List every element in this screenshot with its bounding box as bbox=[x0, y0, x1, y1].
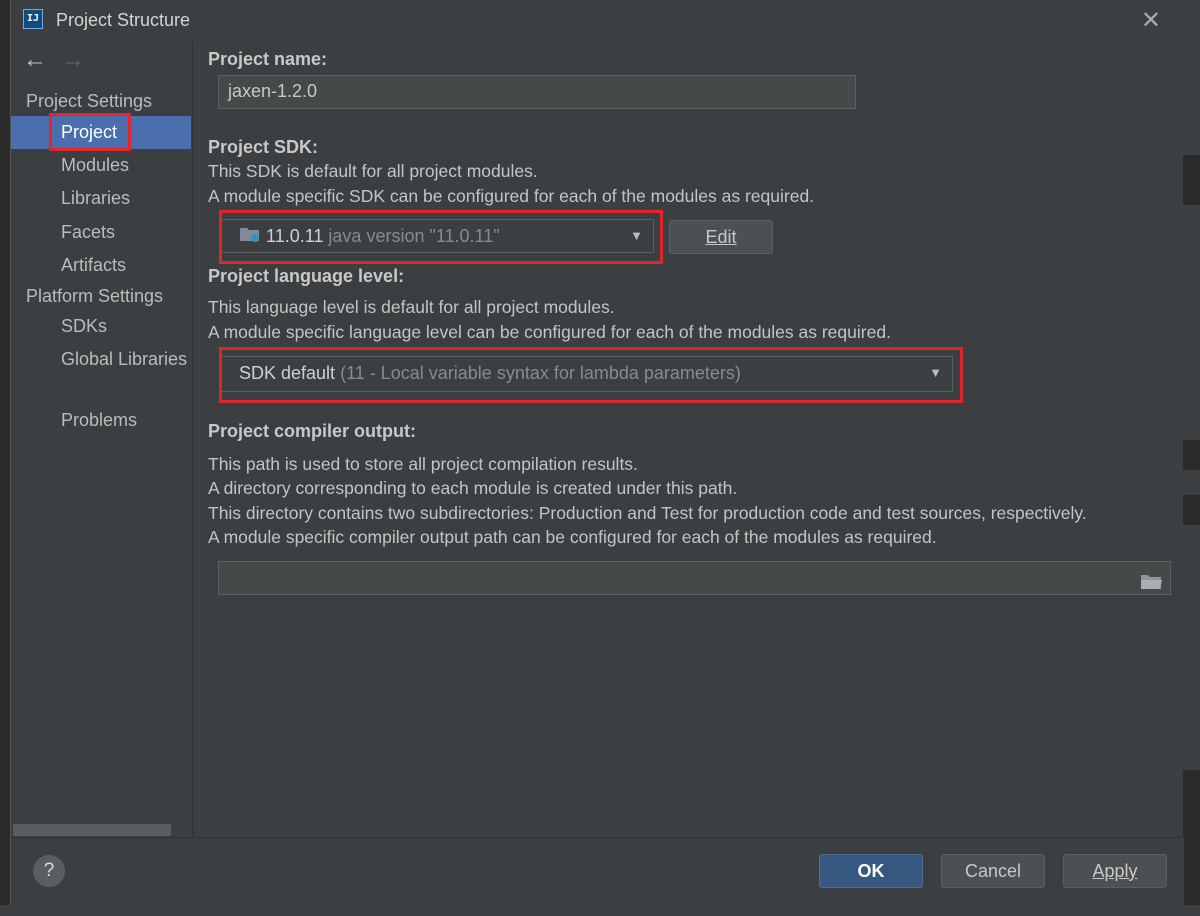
chevron-down-icon: ▼ bbox=[929, 365, 942, 380]
background-window-edge bbox=[1183, 0, 1200, 916]
sidebar-item-label: Global Libraries bbox=[61, 349, 188, 369]
sidebar-item-label: Problems bbox=[61, 410, 138, 430]
sidebar-item-label: Project bbox=[61, 122, 118, 142]
language-level-value: SDK default bbox=[239, 363, 336, 383]
sdk-version-detail: java version "11.0.11" bbox=[328, 226, 500, 246]
sdk-version: 11.0.11 bbox=[266, 226, 324, 246]
title-bar: IJ Project Structure ✕ bbox=[11, 0, 1183, 42]
chevron-down-icon: ▼ bbox=[630, 228, 643, 243]
language-level-description-1: This language level is default for all p… bbox=[208, 297, 615, 317]
sidebar-section-platform-settings: Platform Settings bbox=[26, 286, 164, 306]
project-sdk-dropdown[interactable]: 11.0.11 java version "11.0.11" ▼ bbox=[219, 219, 654, 253]
cancel-button[interactable]: Cancel bbox=[941, 854, 1045, 888]
sidebar: ← → Project Settings Project Modules Lib… bbox=[11, 42, 193, 837]
sidebar-scrollbar[interactable] bbox=[13, 824, 171, 836]
compiler-output-description-4: A module specific compiler output path c… bbox=[208, 527, 937, 547]
compiler-output-heading: Project compiler output: bbox=[208, 421, 417, 441]
sidebar-item-problems[interactable]: Problems bbox=[11, 404, 191, 437]
sidebar-item-label: Artifacts bbox=[61, 255, 127, 275]
project-sdk-description-1: This SDK is default for all project modu… bbox=[208, 161, 538, 181]
compiler-output-description-1: This path is used to store all project c… bbox=[208, 454, 638, 474]
forward-arrow-icon[interactable]: → bbox=[61, 46, 85, 74]
project-sdk-heading: Project SDK: bbox=[208, 137, 319, 157]
compiler-output-description-2: A directory corresponding to each module… bbox=[208, 478, 738, 498]
back-arrow-icon[interactable]: ← bbox=[23, 46, 47, 74]
ok-button[interactable]: OK bbox=[819, 854, 923, 888]
sidebar-item-label: SDKs bbox=[61, 316, 108, 336]
language-level-detail: (11 - Local variable syntax for lambda p… bbox=[340, 363, 741, 383]
sidebar-item-label: Libraries bbox=[61, 188, 131, 208]
close-icon[interactable]: ✕ bbox=[1141, 6, 1161, 35]
sdk-folder-icon bbox=[239, 221, 261, 253]
language-level-dropdown[interactable]: SDK default (11 - Local variable syntax … bbox=[219, 356, 953, 392]
sidebar-item-global-libraries[interactable]: Global Libraries bbox=[11, 343, 191, 376]
sidebar-section-project-settings: Project Settings bbox=[26, 91, 153, 111]
project-name-input[interactable]: jaxen-1.2.0 bbox=[218, 75, 856, 109]
sidebar-item-modules[interactable]: Modules bbox=[11, 149, 191, 182]
project-sdk-description-2: A module specific SDK can be configured … bbox=[208, 186, 815, 206]
intellij-app-icon: IJ bbox=[23, 9, 43, 29]
dialog-footer: ? OK Cancel Apply bbox=[11, 837, 1184, 905]
project-settings-panel: Project name: jaxen-1.2.0 Project SDK: T… bbox=[193, 42, 1184, 837]
language-level-heading: Project language level: bbox=[208, 266, 405, 286]
edit-sdk-button[interactable]: Edit bbox=[669, 220, 773, 254]
sidebar-item-sdks[interactable]: SDKs bbox=[11, 310, 191, 343]
sidebar-item-project[interactable]: Project bbox=[11, 116, 191, 149]
sidebar-item-label: Facets bbox=[61, 222, 116, 242]
help-icon[interactable]: ? bbox=[33, 855, 65, 887]
dialog-title: Project Structure bbox=[56, 10, 191, 30]
apply-button[interactable]: Apply bbox=[1063, 854, 1167, 888]
sidebar-item-artifacts[interactable]: Artifacts bbox=[11, 249, 191, 282]
sidebar-item-libraries[interactable]: Libraries bbox=[11, 182, 191, 215]
project-name-heading: Project name: bbox=[208, 49, 328, 69]
sidebar-item-label: Modules bbox=[61, 155, 130, 175]
background-window-bottom bbox=[0, 905, 1200, 916]
compiler-output-description-3: This directory contains two subdirectori… bbox=[208, 503, 1087, 523]
project-structure-dialog: IJ Project Structure ✕ ← → Project Setti… bbox=[10, 0, 1184, 905]
language-level-description-2: A module specific language level can be … bbox=[208, 322, 891, 342]
compiler-output-path-input[interactable] bbox=[218, 561, 1171, 595]
sidebar-item-facets[interactable]: Facets bbox=[11, 216, 191, 249]
browse-folder-icon[interactable] bbox=[1140, 569, 1162, 600]
